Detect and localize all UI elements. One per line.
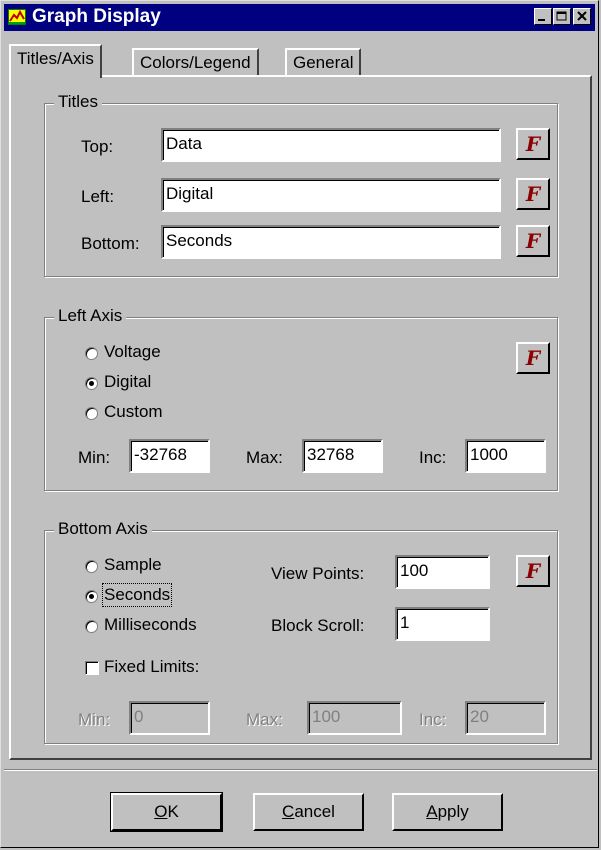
apply-label: pply: [437, 802, 469, 821]
tab-colors-legend[interactable]: Colors/Legend: [132, 48, 259, 76]
fixed-limits-label: Fixed Limits:: [104, 657, 200, 676]
tab-label: General: [293, 53, 354, 72]
fixed-limits-checkbox[interactable]: [85, 661, 99, 675]
block-scroll-input[interactable]: 1: [395, 607, 490, 641]
bottom-title-font-button[interactable]: F: [516, 225, 550, 257]
bottom-axis-min-input[interactable]: 0: [129, 701, 210, 735]
maximize-button[interactable]: [553, 8, 571, 25]
tab-label: Colors/Legend: [140, 53, 251, 72]
ok-button[interactable]: OK: [111, 793, 222, 831]
voltage-label: Voltage: [104, 342, 161, 361]
left-axis-font-button[interactable]: F: [516, 342, 550, 374]
separator: [4, 769, 597, 771]
left-axis-max-input[interactable]: 32768: [302, 439, 383, 473]
milliseconds-label: Milliseconds: [104, 615, 197, 634]
block-scroll-label: Block Scroll:: [271, 616, 365, 635]
left-axis-inc-input[interactable]: 1000: [465, 439, 546, 473]
tab-panel: Titles Top: Data F Left: Digital F Botto…: [9, 75, 592, 760]
left-axis-legend: Left Axis: [54, 306, 127, 326]
bottom-axis-max-label: Max:: [246, 710, 283, 729]
top-title-font-button[interactable]: F: [516, 128, 550, 160]
left-axis-max-label: Max:: [246, 448, 283, 467]
graph-display-window: Graph Display Titles/Axis Colors/Legend …: [0, 0, 599, 848]
cancel-mnemonic: C: [282, 802, 295, 821]
bottom-title-label: Bottom:: [81, 234, 140, 253]
apply-mnemonic: A: [426, 802, 438, 821]
top-title-label: Top:: [81, 137, 114, 156]
close-icon: [577, 11, 587, 21]
view-points-label: View Points:: [271, 564, 365, 583]
ok-mnemonic: O: [154, 802, 168, 821]
seconds-label: Seconds: [101, 583, 173, 607]
maximize-icon: [556, 11, 567, 21]
cancel-label: ancel: [294, 802, 335, 821]
left-title-font-button[interactable]: F: [516, 178, 550, 210]
sample-radio[interactable]: [85, 560, 98, 573]
left-axis-min-label: Min:: [78, 448, 111, 467]
window-title: Graph Display: [32, 6, 161, 27]
digital-label: Digital: [104, 372, 152, 391]
voltage-radio[interactable]: [85, 347, 98, 360]
top-title-input[interactable]: Data: [161, 128, 501, 162]
digital-radio[interactable]: [85, 377, 98, 390]
minimize-icon: [538, 19, 545, 21]
bottom-axis-font-button[interactable]: F: [516, 555, 550, 587]
left-axis-inc-label: Inc:: [419, 448, 447, 467]
tab-general[interactable]: General: [285, 48, 362, 76]
bottom-axis-group: Bottom Axis Sample Seconds Milliseconds …: [44, 519, 558, 744]
left-axis-group: Left Axis Voltage Digital Custom F Min: …: [44, 306, 558, 491]
ok-label: K: [167, 802, 179, 821]
bottom-axis-max-input[interactable]: 100: [307, 701, 402, 735]
cancel-button[interactable]: Cancel: [253, 793, 364, 831]
sample-label: Sample: [104, 555, 162, 574]
left-title-input[interactable]: Digital: [161, 178, 501, 212]
bottom-axis-legend: Bottom Axis: [54, 519, 152, 539]
close-button[interactable]: [573, 8, 591, 25]
custom-label: Custom: [104, 402, 163, 421]
bottom-axis-min-label: Min:: [78, 710, 111, 729]
bottom-axis-inc-input[interactable]: 20: [465, 701, 546, 735]
title-bar[interactable]: Graph Display: [4, 4, 595, 31]
titles-group: Titles Top: Data F Left: Digital F Botto…: [44, 92, 558, 277]
app-icon: [8, 9, 26, 25]
apply-button[interactable]: Apply: [392, 793, 503, 831]
bottom-axis-inc-label: Inc:: [419, 710, 447, 729]
view-points-input[interactable]: 100: [395, 555, 490, 589]
milliseconds-radio[interactable]: [85, 620, 98, 633]
left-axis-min-input[interactable]: -32768: [129, 439, 210, 473]
tab-label: Titles/Axis: [17, 49, 94, 68]
custom-radio[interactable]: [85, 407, 98, 420]
titles-legend: Titles: [54, 92, 102, 112]
tab-titles-axis[interactable]: Titles/Axis: [9, 44, 102, 78]
seconds-radio[interactable]: [85, 590, 98, 603]
left-title-label: Left:: [81, 187, 115, 206]
bottom-title-input[interactable]: Seconds: [161, 225, 501, 259]
minimize-button[interactable]: [534, 8, 552, 25]
